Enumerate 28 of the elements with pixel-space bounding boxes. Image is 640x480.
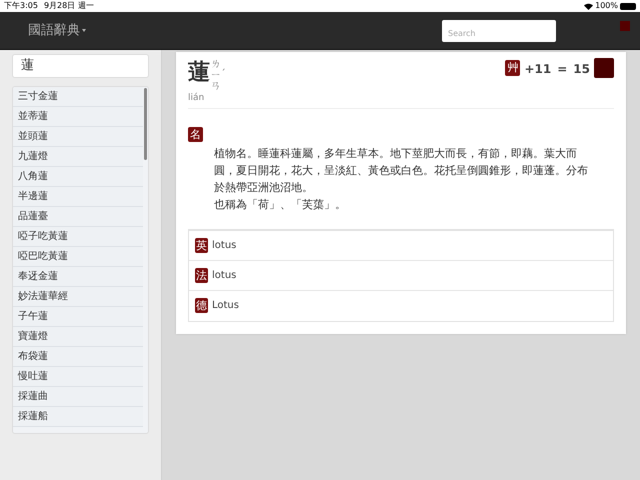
language-badge: 英: [195, 238, 208, 252]
equals-sign: =: [557, 61, 568, 78]
word-search-field[interactable]: 蓮: [12, 54, 149, 78]
word-list-item[interactable]: 三寸金蓮: [13, 87, 143, 107]
translation-text: lotus: [212, 268, 236, 282]
tone-mark: ˊ: [221, 68, 226, 81]
definition-text: 也稱為「荷」、「芙蕖」。: [214, 196, 347, 212]
caret-icon: [82, 29, 86, 32]
total-strokes: 15: [573, 61, 590, 78]
search-field[interactable]: Search: [442, 20, 556, 42]
battery-percent: 100%: [595, 0, 618, 12]
status-date: 9月28日 週一: [44, 0, 94, 12]
battery-icon: [620, 2, 636, 10]
app-title-menu[interactable]: 國語辭典: [28, 20, 86, 40]
headword: 蓮: [188, 59, 210, 87]
radical-badge: 艸: [505, 60, 520, 76]
translation-text: lotus: [212, 238, 236, 252]
language-badge: 德: [195, 298, 208, 313]
scrollbar-thumb[interactable]: [144, 88, 147, 160]
definition-text: 植物名。睡蓮科蓮屬，多年生草本。地下莖肥大而長，有節，即藕。葉大而圓，夏日開花，花大，呈淡紅、黃色或白色。花托呈倒圓錐形，即蓮蓬。分布於熱帶亞洲池沼地。: [214, 146, 589, 196]
wifi-icon: [584, 2, 594, 10]
language-badge: 法: [195, 268, 208, 282]
stroke-count: +11: [524, 61, 552, 78]
status-time: 下午3:05: [4, 0, 38, 12]
bopomofo: ㄌㄧㄢ: [211, 59, 221, 92]
part-of-speech-badge: 名: [188, 126, 203, 142]
translation-text: Lotus: [212, 299, 239, 313]
pinyin: lián: [188, 92, 206, 105]
